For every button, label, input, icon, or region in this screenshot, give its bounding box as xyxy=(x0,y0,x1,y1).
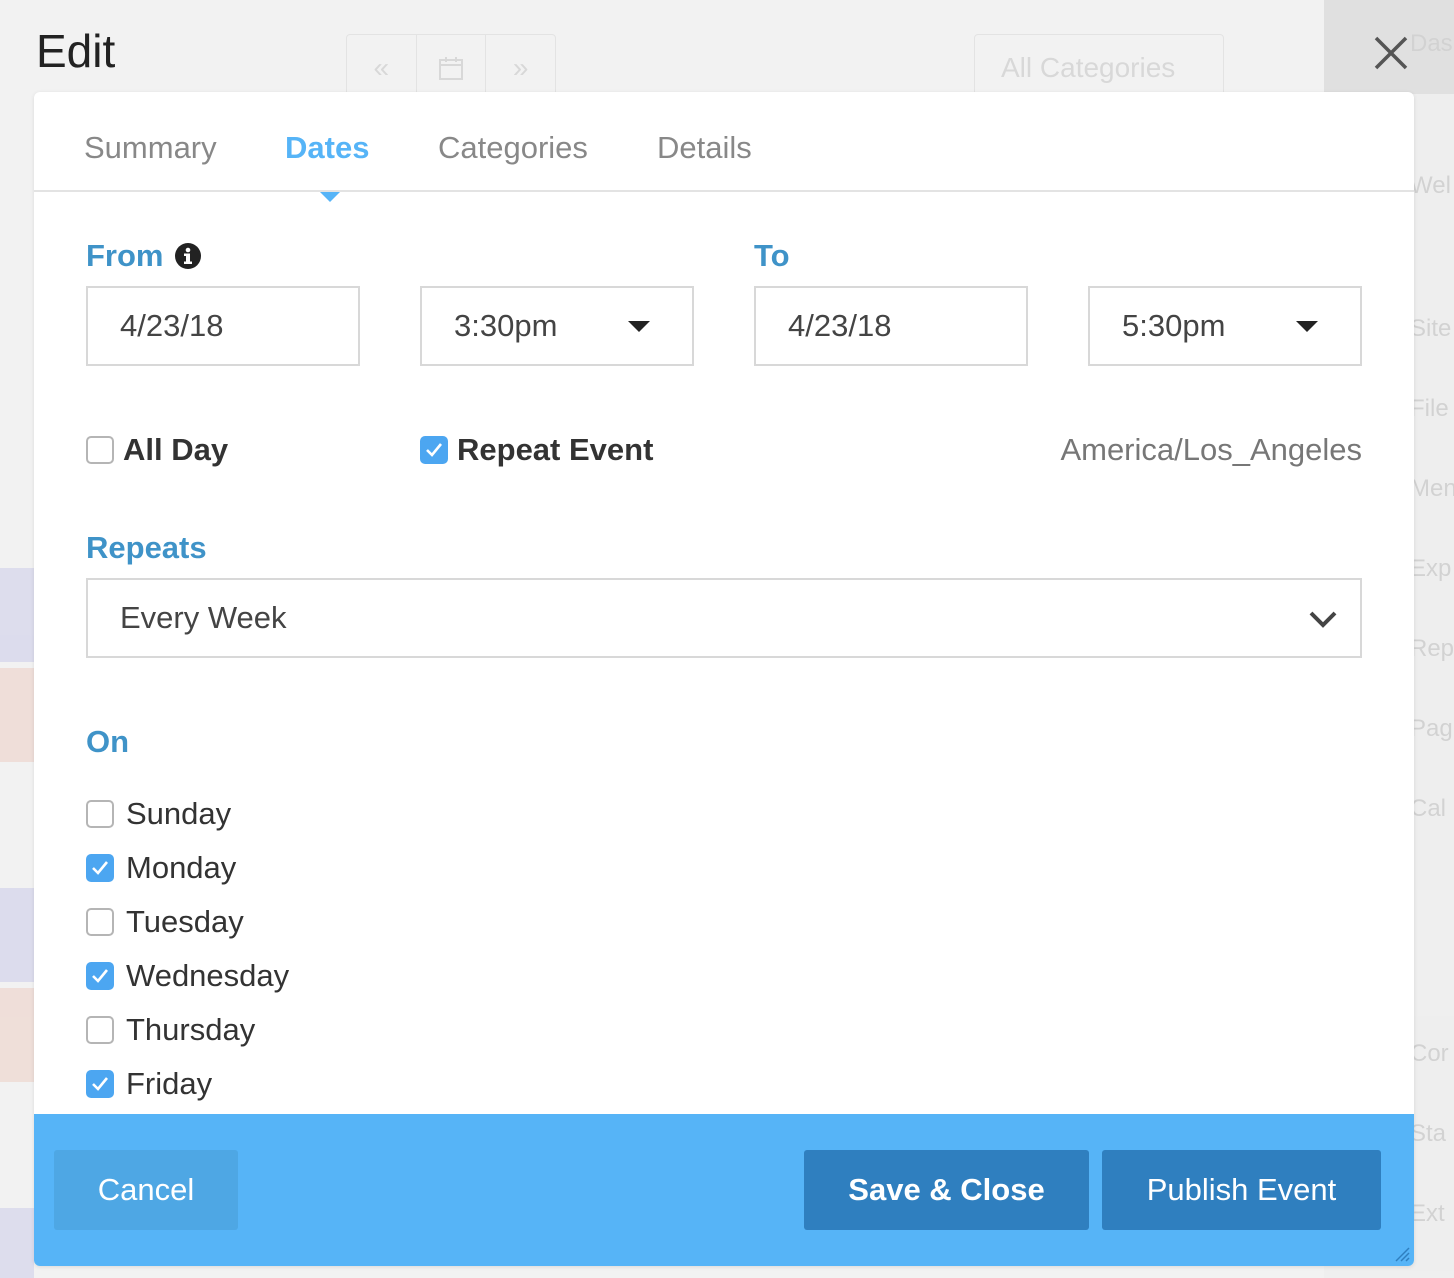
background-sidebar-item: Cal xyxy=(1410,795,1447,822)
checkmark-icon xyxy=(92,861,109,875)
from-label-group: From xyxy=(86,238,202,274)
info-icon[interactable] xyxy=(174,242,202,270)
dialog-footer: Cancel Save & Close Publish Event xyxy=(34,1114,1414,1266)
day-checkbox-thursday[interactable] xyxy=(86,1016,114,1044)
close-button[interactable] xyxy=(1364,26,1418,80)
background-sidebar-item: Rep xyxy=(1410,635,1454,662)
checkmark-icon xyxy=(426,443,443,457)
checkmark-icon xyxy=(92,1077,109,1091)
background-sidebar-item: Site xyxy=(1410,315,1452,342)
background-event-block xyxy=(0,668,34,762)
to-time-value: 5:30pm xyxy=(1122,308,1226,343)
background-event-block xyxy=(0,988,34,1082)
background-sidebar-item: Pag xyxy=(1410,715,1453,742)
on-label: On xyxy=(86,724,130,759)
repeat-event-label: Repeat Event xyxy=(457,432,654,467)
background-sidebar-item: Men xyxy=(1410,475,1454,502)
background-sidebar-item: Wel xyxy=(1410,172,1451,199)
all-day-label: All Day xyxy=(123,432,229,467)
chevron-down-icon xyxy=(1309,611,1337,628)
caret-down-icon xyxy=(628,321,650,332)
day-checkbox-friday[interactable] xyxy=(86,1070,114,1098)
timezone-link[interactable]: America/Los_Angeles xyxy=(1060,432,1362,468)
publish-event-button[interactable]: Publish Event xyxy=(1102,1150,1381,1230)
to-time-select[interactable]: 5:30pm xyxy=(1088,286,1362,366)
tab-details[interactable]: Details xyxy=(657,130,752,166)
background-sidebar-item: Exp xyxy=(1410,555,1452,582)
to-date-input[interactable]: 4/23/18 xyxy=(754,286,1028,366)
day-label-thursday: Thursday xyxy=(126,1012,256,1047)
repeat-event-checkbox[interactable] xyxy=(420,436,448,464)
dialog-title: Edit xyxy=(36,25,116,77)
resize-handle-icon[interactable] xyxy=(1394,1246,1410,1262)
all-day-checkbox[interactable] xyxy=(86,436,114,464)
tab-dates[interactable]: Dates xyxy=(285,130,369,166)
background-event-block xyxy=(0,888,34,982)
day-checkbox-sunday[interactable] xyxy=(86,800,114,828)
tab-categories[interactable]: Categories xyxy=(438,130,588,166)
day-label-monday: Monday xyxy=(126,850,237,885)
background-event-block xyxy=(0,1208,34,1278)
from-label: From xyxy=(86,238,164,273)
from-time-select[interactable]: 3:30pm xyxy=(420,286,694,366)
tab-bar: Summary Dates Categories Details xyxy=(34,92,1414,192)
background-event-block xyxy=(0,568,34,662)
close-icon xyxy=(1374,36,1408,70)
background-sidebar-item: Sta xyxy=(1410,1120,1447,1147)
day-checkbox-wednesday[interactable] xyxy=(86,962,114,990)
active-tab-indicator xyxy=(320,192,340,202)
day-label-sunday: Sunday xyxy=(126,796,232,831)
save-close-button[interactable]: Save & Close xyxy=(804,1150,1089,1230)
day-label-tuesday: Tuesday xyxy=(126,904,244,939)
edit-panel: Summary Dates Categories Details From To… xyxy=(34,92,1414,1266)
repeats-value: Every Week xyxy=(120,600,287,635)
background-sidebar-item: Ext xyxy=(1410,1200,1445,1227)
day-label-friday: Friday xyxy=(126,1066,213,1101)
cancel-button[interactable]: Cancel xyxy=(54,1150,238,1230)
background-sidebar-item: Cor xyxy=(1410,1040,1449,1067)
to-label: To xyxy=(754,238,790,273)
repeats-label: Repeats xyxy=(86,530,207,565)
day-checkbox-tuesday[interactable] xyxy=(86,908,114,936)
day-label-wednesday: Wednesday xyxy=(126,958,290,993)
background-sidebar-item: File xyxy=(1410,395,1449,422)
from-time-value: 3:30pm xyxy=(454,308,558,343)
checkmark-icon xyxy=(92,969,109,983)
day-checkbox-monday[interactable] xyxy=(86,854,114,882)
repeats-select[interactable]: Every Week xyxy=(86,578,1362,658)
from-date-input[interactable]: 4/23/18 xyxy=(86,286,360,366)
tab-summary[interactable]: Summary xyxy=(84,130,217,166)
caret-down-icon xyxy=(1296,321,1318,332)
